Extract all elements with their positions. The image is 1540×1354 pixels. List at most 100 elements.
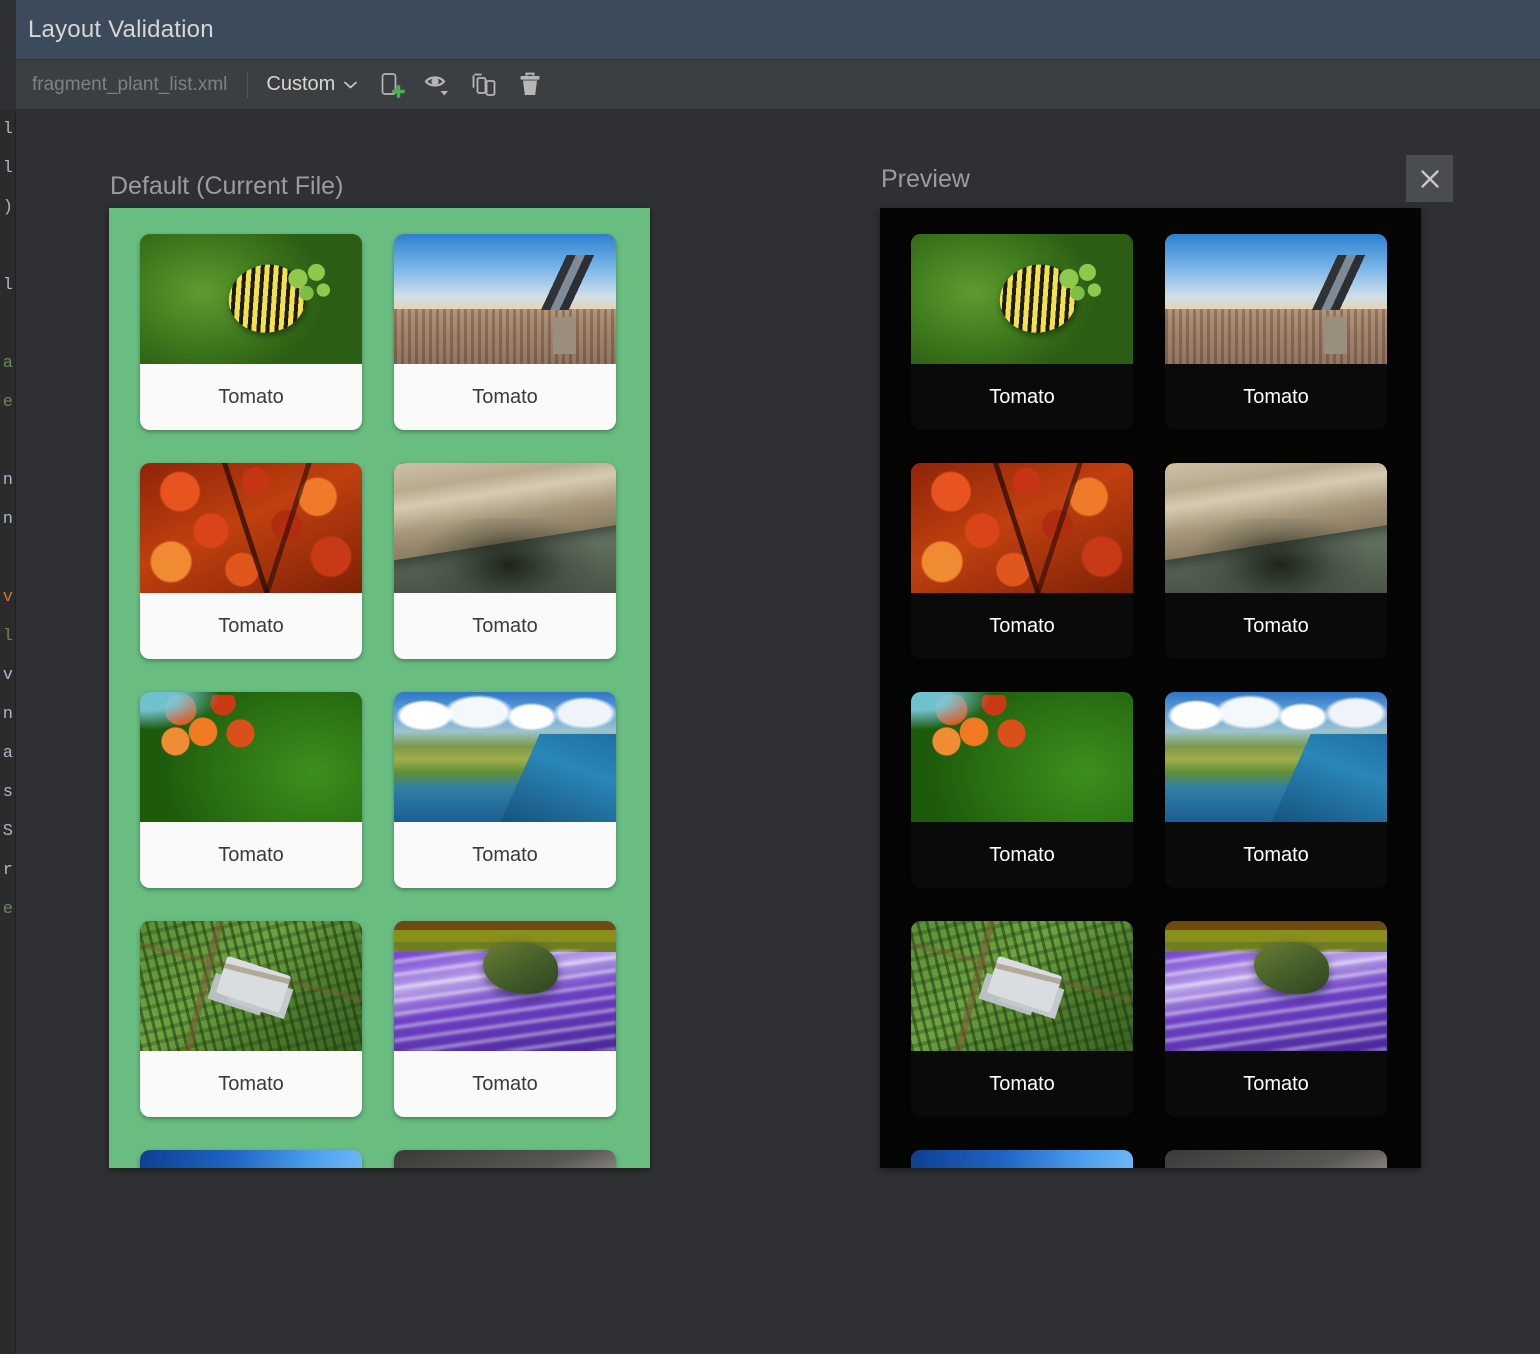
- coastal-aerial-view-image: [394, 692, 616, 822]
- window-title-bar: Layout Validation: [16, 0, 1540, 60]
- copy-devices-button[interactable]: [463, 66, 505, 104]
- grayscale-mountain-image: [394, 1150, 616, 1168]
- window-title: Layout Validation: [28, 16, 214, 44]
- editor-code-line: n: [0, 500, 15, 539]
- editor-code-line: [0, 422, 15, 461]
- configuration-dropdown-label: Custom: [266, 73, 335, 96]
- plant-card[interactable]: Tomato: [394, 1150, 616, 1168]
- plant-card-image: [911, 234, 1133, 364]
- plant-card-grid-default: TomatoTomatoTomatoTomatoTomatoTomatoToma…: [109, 208, 650, 1168]
- chevron-down-icon: [344, 81, 357, 89]
- close-preview-button[interactable]: [1406, 155, 1453, 202]
- caterpillar-on-stem-image: [911, 234, 1133, 364]
- plant-card-image: [911, 692, 1133, 822]
- toolbar: fragment_plant_list.xml Custom: [16, 60, 1540, 110]
- orange-maple-on-green-image: [911, 692, 1133, 822]
- purple-river-image: [1165, 921, 1387, 1051]
- plant-card-image: [1165, 921, 1387, 1051]
- plant-card[interactable]: Tomato: [394, 921, 616, 1117]
- plant-card[interactable]: Tomato: [911, 463, 1133, 659]
- layout-validation-window: ll)laennvlvnasSre Layout Validation frag…: [0, 0, 1540, 1354]
- plant-card-image: [140, 234, 362, 364]
- grayscale-mountain-image: [1165, 1150, 1387, 1168]
- red-maple-leaves-image: [911, 463, 1133, 593]
- configuration-dropdown[interactable]: Custom: [252, 68, 367, 101]
- editor-code-line: [0, 305, 15, 344]
- editor-code-line: v: [0, 656, 15, 695]
- add-device-icon: [379, 71, 405, 99]
- plant-card[interactable]: Tomato: [394, 234, 616, 430]
- plant-card[interactable]: Tomato: [140, 234, 362, 430]
- plant-card-image: [1165, 1150, 1387, 1168]
- visibility-button[interactable]: [417, 66, 459, 104]
- plant-card-image: [1165, 692, 1387, 822]
- plant-card-image: [911, 463, 1133, 593]
- editor-code-line: a: [0, 734, 15, 773]
- editor-code-line: l: [0, 149, 15, 188]
- plant-card-image: [394, 463, 616, 593]
- editor-code-line: v: [0, 578, 15, 617]
- plant-card-label: Tomato: [911, 364, 1133, 430]
- telescope-over-city-image: [394, 234, 616, 364]
- plant-card-label: Tomato: [394, 593, 616, 659]
- plant-card-image: [394, 921, 616, 1051]
- plant-card-label: Tomato: [394, 364, 616, 430]
- plant-card[interactable]: Tomato: [140, 1150, 362, 1168]
- plant-card[interactable]: Tomato: [140, 463, 362, 659]
- plant-card-label: Tomato: [1165, 822, 1387, 888]
- aerial-farmland-image: [911, 921, 1133, 1051]
- wet-wooden-plank-image: [1165, 463, 1387, 593]
- wet-wooden-plank-image: [394, 463, 616, 593]
- editor-code-line: S: [0, 812, 15, 851]
- plant-card[interactable]: Tomato: [140, 921, 362, 1117]
- editor-code-line: l: [0, 266, 15, 305]
- orange-maple-on-green-image: [140, 692, 362, 822]
- current-file-label: fragment_plant_list.xml: [16, 74, 243, 96]
- plant-card-image: [394, 692, 616, 822]
- plant-card[interactable]: Tomato: [911, 234, 1133, 430]
- delete-device-button[interactable]: [509, 66, 551, 104]
- plant-card-image: [140, 1150, 362, 1168]
- plant-card-label: Tomato: [911, 822, 1133, 888]
- plant-card-image: [394, 234, 616, 364]
- background-editor-sliver: ll)laennvlvnasSre: [0, 110, 16, 1354]
- editor-code-line: [0, 227, 15, 266]
- plant-card[interactable]: Tomato: [1165, 921, 1387, 1117]
- plant-card-image: [911, 1150, 1133, 1168]
- purple-river-image: [394, 921, 616, 1051]
- telescope-over-city-image: [1165, 234, 1387, 364]
- plant-card-image: [140, 692, 362, 822]
- plant-card[interactable]: Tomato: [1165, 234, 1387, 430]
- editor-code-line: s: [0, 773, 15, 812]
- plant-card[interactable]: Tomato: [1165, 1150, 1387, 1168]
- editor-code-line: l: [0, 110, 15, 149]
- editor-code-line: n: [0, 461, 15, 500]
- plant-card-image: [1165, 234, 1387, 364]
- editor-code-line: [0, 539, 15, 578]
- plant-card-image: [911, 921, 1133, 1051]
- eye-icon: [423, 71, 453, 99]
- plant-card[interactable]: Tomato: [1165, 463, 1387, 659]
- device-preview-dark[interactable]: Tomato Tomato Tomato Tomato Tomato Tomato Toma…: [880, 208, 1421, 1168]
- add-device-button[interactable]: [371, 66, 413, 104]
- editor-code-line: e: [0, 890, 15, 929]
- device-preview-default[interactable]: TomatoTomatoTomatoTomatoTomatoTomatoToma…: [109, 208, 650, 1168]
- editor-code-line: r: [0, 851, 15, 890]
- aerial-farmland-image: [140, 921, 362, 1051]
- plant-card-image: [394, 1150, 616, 1168]
- plant-card[interactable]: Tomato: [1165, 692, 1387, 888]
- plant-card-label: Tomato: [911, 1051, 1133, 1117]
- plant-card-image: [140, 463, 362, 593]
- plant-card[interactable]: Tomato: [911, 1150, 1133, 1168]
- plant-card[interactable]: Tomato: [140, 692, 362, 888]
- plant-card-label: Tomato: [1165, 593, 1387, 659]
- panel-label-preview: Preview: [881, 165, 970, 194]
- editor-code-line: n: [0, 695, 15, 734]
- plant-card[interactable]: Tomato: [911, 921, 1133, 1117]
- plant-card-label: Tomato: [140, 593, 362, 659]
- plant-card[interactable]: Tomato: [394, 463, 616, 659]
- plant-card-label: Tomato: [911, 593, 1133, 659]
- plant-card-image: [140, 921, 362, 1051]
- plant-card[interactable]: Tomato: [394, 692, 616, 888]
- plant-card[interactable]: Tomato: [911, 692, 1133, 888]
